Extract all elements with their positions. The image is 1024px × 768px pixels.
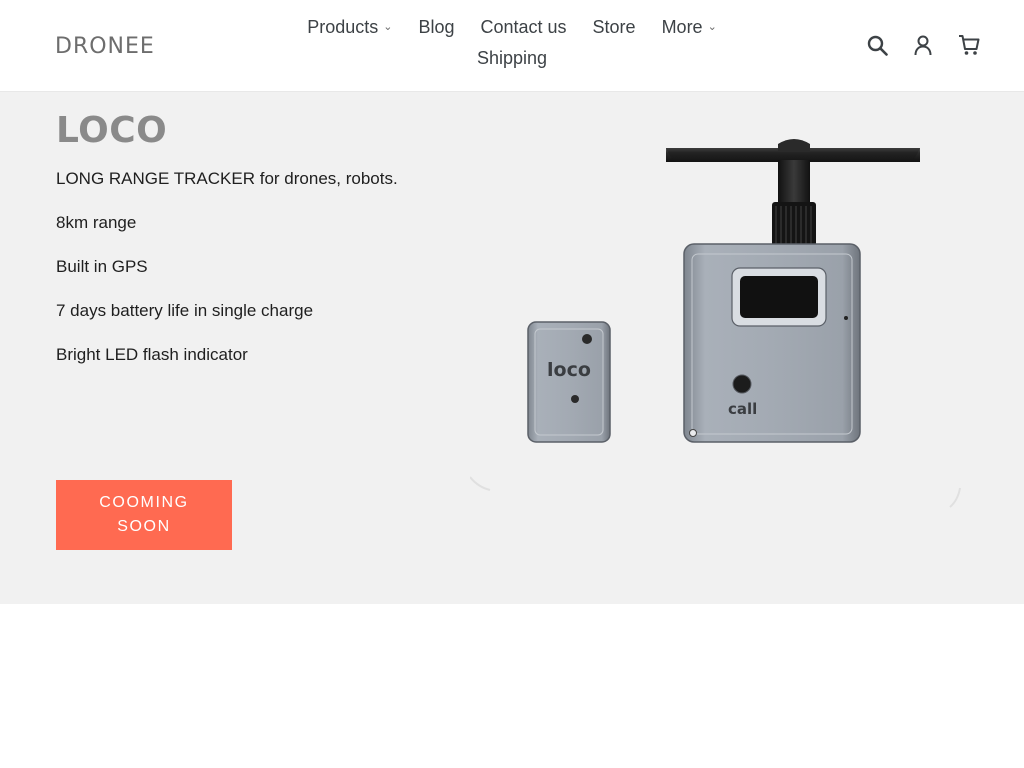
product-title: LOCO xyxy=(56,110,168,151)
cart-icon[interactable] xyxy=(958,31,980,59)
product-hero: LOCO LONG RANGE TRACKER for drones, robo… xyxy=(0,92,1024,604)
loco-label: loco xyxy=(547,359,591,381)
feature-list: LONG RANGE TRACKER for drones, robots. 8… xyxy=(56,168,398,388)
feature-item: Built in GPS xyxy=(56,257,148,276)
coming-soon-button[interactable]: COOMING SOON xyxy=(56,480,232,550)
nav-item-more[interactable]: More ⌄ xyxy=(649,12,730,43)
nav-item-products[interactable]: Products ⌄ xyxy=(294,12,405,43)
nav-item-label: More xyxy=(661,17,703,37)
feature-item: LONG RANGE TRACKER for drones, robots. xyxy=(56,169,398,188)
nav-item-label: Shipping xyxy=(476,48,548,68)
nav-item-shipping[interactable]: Shipping xyxy=(464,43,560,74)
feature-item: Bright LED flash indicator xyxy=(56,345,248,364)
nav-item-label: Products xyxy=(307,17,379,37)
site-logo[interactable]: DRONEE xyxy=(55,34,155,59)
feature-item: 8km range xyxy=(56,213,137,232)
product-image: call loco xyxy=(469,122,990,522)
nav-item-label: Contact us xyxy=(480,17,567,37)
chevron-down-icon: ⌄ xyxy=(707,21,717,33)
account-icon[interactable] xyxy=(912,31,934,59)
header-icons xyxy=(866,31,980,59)
nav-item-store[interactable]: Store xyxy=(580,12,649,43)
search-icon[interactable] xyxy=(866,31,888,59)
feature-item: 7 days battery life in single charge xyxy=(56,301,314,320)
call-label: call xyxy=(728,400,757,418)
chevron-down-icon: ⌄ xyxy=(383,21,393,33)
nav-item-blog[interactable]: Blog xyxy=(405,12,467,43)
nav-item-label: Store xyxy=(592,17,636,37)
main-nav: Products ⌄ Blog Contact us Store More ⌄ … xyxy=(280,12,744,74)
nav-item-label: Blog xyxy=(418,17,455,37)
nav-item-contact[interactable]: Contact us xyxy=(467,12,579,43)
site-header: DRONEE Products ⌄ Blog Contact us Store … xyxy=(0,0,1024,92)
